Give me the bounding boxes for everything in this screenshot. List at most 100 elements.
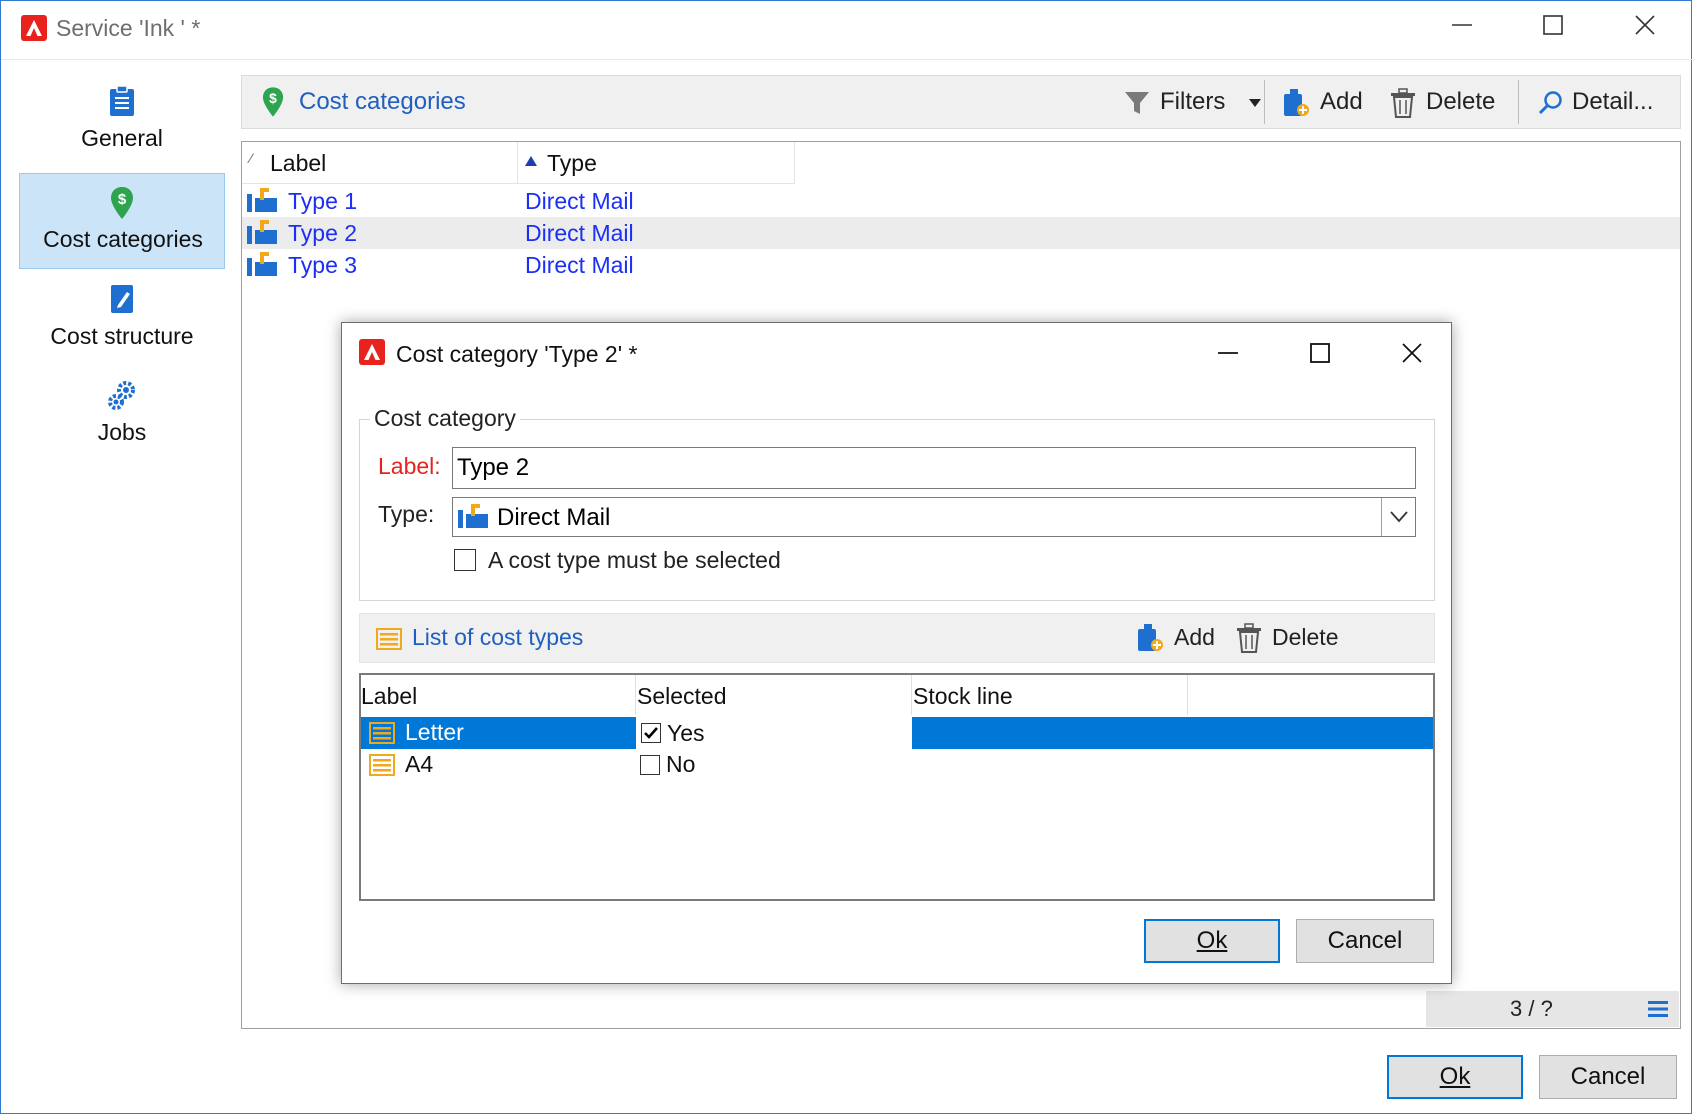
row-type: Direct Mail: [525, 252, 634, 278]
dialog-maximize-button[interactable]: [1300, 333, 1340, 373]
dialog-title: Cost category 'Type 2' *: [396, 341, 638, 367]
maximize-button[interactable]: [1533, 7, 1573, 47]
column-header-type[interactable]: Type: [547, 150, 597, 177]
column-header-label[interactable]: Label: [270, 150, 326, 177]
dialog-ok-label: Ok: [1196, 927, 1228, 954]
dialog-cancel-label: Cancel: [1327, 927, 1403, 954]
nav-label-cost-structure: Cost structure: [50, 323, 194, 349]
app-logo-icon: [359, 339, 385, 365]
grid-header: ⁄ Label Type: [242, 142, 795, 184]
column-divider: [635, 675, 636, 715]
nav-item-jobs[interactable]: Jobs: [19, 373, 225, 459]
grid-row[interactable]: Type 2 Direct Mail: [242, 217, 1680, 249]
label-caption: Label:: [378, 453, 441, 479]
add-label: Add: [1320, 88, 1363, 115]
cancel-button[interactable]: Cancel: [1539, 1055, 1677, 1099]
cost-types-title: List of cost types: [412, 624, 584, 650]
direct-mail-icon: [247, 220, 277, 244]
direct-mail-icon: [247, 252, 277, 276]
add-icon: [1284, 89, 1309, 116]
checkmark-icon: [644, 727, 658, 739]
close-button[interactable]: [1625, 7, 1665, 47]
maximize-icon: [1310, 343, 1330, 363]
cost-type-label: Letter: [405, 719, 464, 745]
close-icon: [1402, 343, 1422, 363]
nav-label-jobs: Jobs: [97, 419, 147, 445]
filters-button[interactable]: Filters: [1122, 80, 1268, 124]
column-divider: [1187, 675, 1188, 715]
type-select-value: Direct Mail: [497, 504, 611, 531]
row-label: Type 2: [288, 220, 358, 246]
selected-checkbox[interactable]: [640, 755, 660, 775]
selected-value: Yes: [667, 720, 705, 746]
row-type: Direct Mail: [525, 220, 634, 246]
row-label: Type 3: [288, 252, 358, 278]
nav-label-cost-categories: Cost categories: [43, 226, 203, 252]
column-divider: [911, 675, 912, 715]
add-cost-type-button[interactable]: Add: [1136, 616, 1226, 660]
type-select[interactable]: Direct Mail: [452, 497, 1416, 537]
toolbar-title: Cost categories: [299, 88, 466, 115]
dialog-minimize-button[interactable]: [1208, 333, 1248, 373]
document-edit-icon: [111, 285, 133, 313]
direct-mail-icon: [247, 188, 277, 212]
title-separator: [1, 59, 1692, 60]
cost-types-toolbar: List of cost types Add Delete: [359, 613, 1435, 663]
column-divider: [794, 142, 795, 184]
sort-indicator-icon: ⁄: [250, 150, 253, 166]
type-caption: Type:: [378, 501, 435, 527]
delete-cost-type-label: Delete: [1272, 624, 1339, 650]
minimize-button[interactable]: [1442, 7, 1482, 47]
close-icon: [1635, 15, 1655, 35]
cost-type-row[interactable]: A4 No: [361, 749, 1433, 781]
delete-button[interactable]: Delete: [1390, 80, 1502, 124]
list-menu-icon[interactable]: [1648, 999, 1668, 1019]
toolbar-separator: [1518, 80, 1519, 124]
grid-status-bar: 3 / ?: [1426, 991, 1679, 1027]
cost-category-dialog: Cost category 'Type 2' * Cost category L…: [341, 322, 1452, 984]
chevron-down-icon: [1390, 511, 1408, 523]
cost-type-row[interactable]: Letter Yes: [361, 717, 1433, 749]
delete-cost-type-button[interactable]: Delete: [1236, 616, 1356, 660]
list-icon: [376, 628, 402, 650]
dialog-cancel-button[interactable]: Cancel: [1296, 919, 1434, 963]
row-label: Type 1: [288, 188, 358, 214]
ok-button[interactable]: Ok: [1387, 1055, 1523, 1099]
money-pin-icon: $: [262, 87, 284, 117]
selected-cell-editor[interactable]: Yes: [636, 717, 912, 749]
type-select-toggle[interactable]: [1381, 498, 1415, 536]
grid-row[interactable]: Type 3 Direct Mail: [242, 249, 1680, 281]
add-button[interactable]: Add: [1282, 80, 1374, 124]
cost-categories-toolbar: $ Cost categories Filters Add Delete Det…: [241, 75, 1681, 129]
nav-item-cost-structure[interactable]: Cost structure: [19, 277, 225, 363]
dialog-ok-button[interactable]: Ok: [1144, 919, 1280, 963]
label-input[interactable]: Type 2: [452, 447, 1416, 489]
column-header-label[interactable]: Label: [361, 683, 417, 710]
cancel-label: Cancel: [1570, 1063, 1646, 1090]
svg-text:$: $: [118, 191, 127, 208]
selected-checkbox[interactable]: [641, 723, 661, 743]
column-divider: [517, 142, 518, 184]
trash-icon: [1391, 88, 1415, 118]
money-pin-icon: $: [111, 187, 133, 219]
gears-icon: [108, 381, 135, 410]
column-header-selected[interactable]: Selected: [637, 683, 727, 710]
filters-label: Filters: [1160, 88, 1226, 115]
column-header-stock-line[interactable]: Stock line: [913, 683, 1013, 710]
nav-item-cost-categories[interactable]: $ Cost categories: [19, 173, 225, 269]
dialog-close-button[interactable]: [1392, 333, 1432, 373]
selected-value: No: [666, 751, 696, 777]
toolbar-separator: [1264, 80, 1265, 124]
nav-item-general[interactable]: General: [19, 79, 225, 165]
detail-button[interactable]: Detail...: [1538, 80, 1678, 124]
must-select-checkbox[interactable]: [454, 549, 476, 571]
grid-row[interactable]: Type 1 Direct Mail: [242, 185, 1680, 217]
delete-label: Delete: [1426, 88, 1496, 115]
add-icon: [1138, 624, 1163, 651]
window-title: Service 'Ink ' *: [56, 15, 201, 41]
svg-text:$: $: [269, 91, 277, 106]
minimize-icon: [1218, 352, 1238, 354]
ok-label: Ok: [1439, 1063, 1471, 1090]
label-input-value: Type 2: [457, 454, 530, 481]
minimize-icon: [1452, 24, 1472, 26]
